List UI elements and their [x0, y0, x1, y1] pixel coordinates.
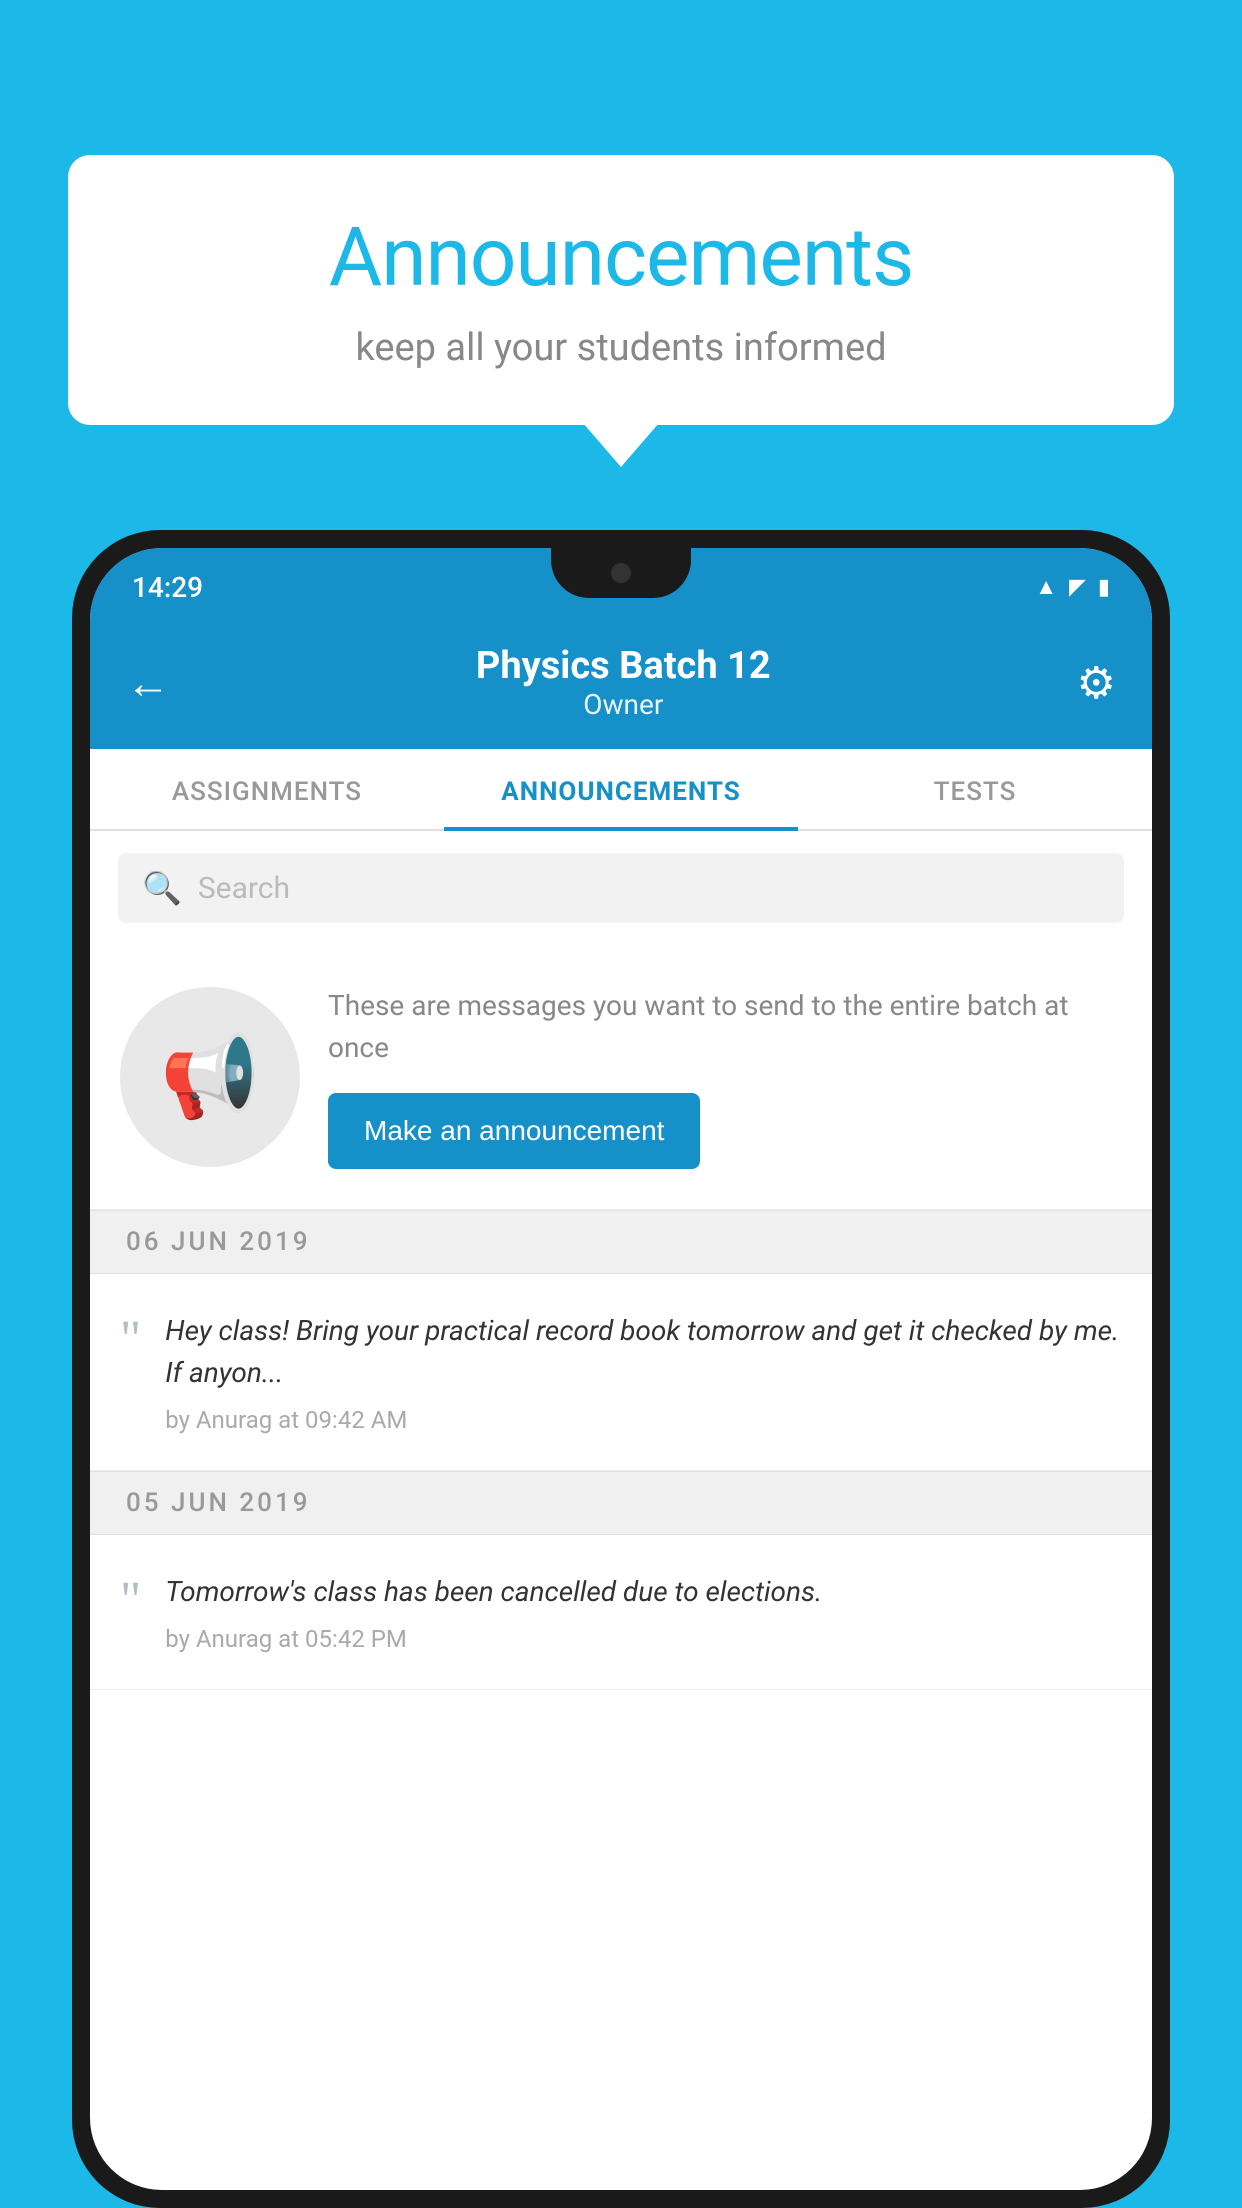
- quote-icon-1: ": [120, 1314, 141, 1366]
- promo-right: These are messages you want to send to t…: [328, 985, 1122, 1169]
- search-container: 🔍 Search: [90, 831, 1152, 945]
- header-subtitle: Owner: [476, 688, 771, 721]
- tab-announcements[interactable]: ANNOUNCEMENTS: [444, 749, 798, 829]
- announcement-text-2: Tomorrow's class has been cancelled due …: [165, 1571, 1122, 1613]
- announcement-content-2: Tomorrow's class has been cancelled due …: [165, 1571, 1122, 1653]
- search-bar[interactable]: 🔍 Search: [118, 853, 1124, 923]
- header-center: Physics Batch 12 Owner: [476, 644, 771, 721]
- battery-icon: ▮: [1098, 575, 1110, 600]
- phone-inner: 14:29 ▲ ◤ ▮ ← Physics Batch 12 Owner ⚙: [90, 548, 1152, 2190]
- quote-icon-2: ": [120, 1575, 141, 1627]
- tab-assignments[interactable]: ASSIGNMENTS: [90, 749, 444, 829]
- date-label-2: 05 JUN 2019: [126, 1488, 311, 1518]
- date-separator-1: 06 JUN 2019: [90, 1210, 1152, 1274]
- make-announcement-button[interactable]: Make an announcement: [328, 1093, 700, 1169]
- speech-bubble-container: Announcements keep all your students inf…: [68, 155, 1174, 425]
- phone-outer: 14:29 ▲ ◤ ▮ ← Physics Batch 12 Owner ⚙: [72, 530, 1170, 2208]
- header-title: Physics Batch 12: [476, 644, 771, 688]
- status-bar: 14:29 ▲ ◤ ▮: [90, 548, 1152, 626]
- status-icons: ▲ ◤ ▮: [1035, 574, 1110, 600]
- status-time: 14:29: [132, 571, 203, 604]
- speech-bubble: Announcements keep all your students inf…: [68, 155, 1174, 425]
- app-header: ← Physics Batch 12 Owner ⚙: [90, 626, 1152, 749]
- megaphone-icon: 📢: [160, 1030, 260, 1124]
- settings-icon[interactable]: ⚙: [1077, 657, 1116, 709]
- announcement-text-1: Hey class! Bring your practical record b…: [165, 1310, 1122, 1394]
- announcement-meta-1: by Anurag at 09:42 AM: [165, 1406, 1122, 1434]
- announcement-item-1[interactable]: " Hey class! Bring your practical record…: [90, 1274, 1152, 1471]
- back-button[interactable]: ←: [126, 657, 170, 709]
- tab-tests[interactable]: TESTS: [798, 749, 1152, 829]
- search-icon: 🔍: [142, 869, 182, 907]
- tabs-container: ASSIGNMENTS ANNOUNCEMENTS TESTS: [90, 749, 1152, 831]
- search-placeholder: Search: [198, 871, 290, 906]
- phone-notch: [551, 548, 691, 598]
- promo-description: These are messages you want to send to t…: [328, 985, 1122, 1069]
- speech-bubble-subtitle: keep all your students informed: [128, 326, 1114, 370]
- camera-dot: [611, 563, 631, 583]
- announcement-item-2[interactable]: " Tomorrow's class has been cancelled du…: [90, 1535, 1152, 1690]
- signal-icon: ◤: [1069, 575, 1086, 600]
- announcement-meta-2: by Anurag at 05:42 PM: [165, 1625, 1122, 1653]
- promo-section: 📢 These are messages you want to send to…: [90, 945, 1152, 1210]
- date-separator-2: 05 JUN 2019: [90, 1471, 1152, 1535]
- wifi-icon: ▲: [1035, 574, 1057, 600]
- phone-container: 14:29 ▲ ◤ ▮ ← Physics Batch 12 Owner ⚙: [72, 530, 1170, 2208]
- date-label-1: 06 JUN 2019: [126, 1227, 311, 1257]
- promo-icon-circle: 📢: [120, 987, 300, 1167]
- speech-bubble-title: Announcements: [128, 210, 1114, 306]
- announcement-content-1: Hey class! Bring your practical record b…: [165, 1310, 1122, 1434]
